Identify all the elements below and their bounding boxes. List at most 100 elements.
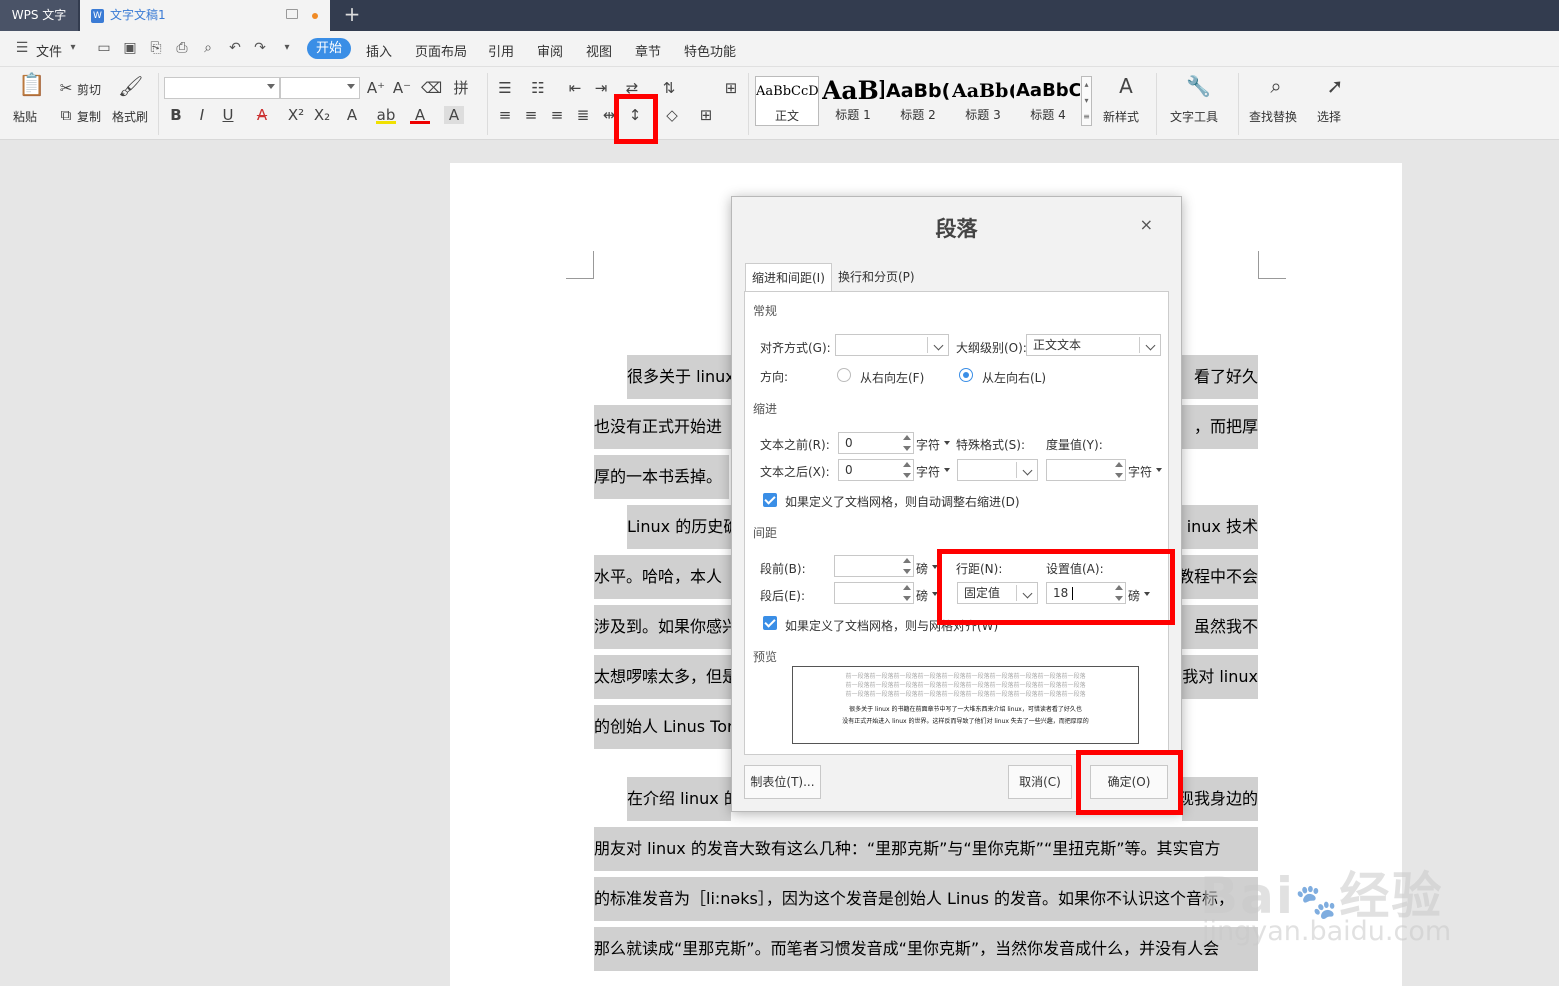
caret-down-icon[interactable]: [944, 468, 950, 472]
export-icon[interactable]: ⎘: [148, 40, 164, 56]
show-marks-icon[interactable]: ⊞: [721, 79, 741, 97]
new-tab-button[interactable]: +: [340, 0, 364, 31]
ltr-label[interactable]: 从左向右(L): [982, 369, 1046, 386]
doc-line-right[interactable]: 现我身边的: [1182, 777, 1258, 821]
rtl-radio[interactable]: [837, 368, 851, 382]
char-shading-icon[interactable]: A: [444, 106, 464, 124]
app-tab[interactable]: WPS 文字: [0, 0, 78, 31]
style-gallery-scroll[interactable]: ▴ ▾ ≡: [1081, 76, 1092, 126]
increase-indent-icon[interactable]: ⇥: [591, 79, 611, 97]
doc-line-left[interactable]: 也没有正式开始进: [594, 405, 731, 449]
undo-icon[interactable]: ↶: [227, 40, 243, 56]
snap-to-grid-checkbox[interactable]: [763, 616, 777, 630]
monitor-icon[interactable]: [286, 9, 298, 19]
indent-before-unit[interactable]: 字符: [916, 436, 940, 453]
shrink-font-icon[interactable]: A⁻: [392, 79, 412, 97]
rtl-label[interactable]: 从右向左(F): [860, 369, 924, 386]
customize-chevron-icon[interactable]: ▾: [279, 40, 295, 56]
spinner-icon[interactable]: [902, 461, 912, 479]
doc-line-right[interactable]: 教程中不会: [1182, 555, 1258, 599]
grow-font-icon[interactable]: A⁺: [366, 79, 386, 97]
doc-line-left[interactable]: 太想啰嗦太多，但是: [594, 655, 731, 699]
doc-line-left[interactable]: 很多关于 linux: [627, 355, 731, 399]
print-icon[interactable]: ⎙: [174, 40, 190, 56]
doc-line-left[interactable]: 涉及到。如果你感兴: [594, 605, 731, 649]
menu-insert[interactable]: 插入: [366, 41, 392, 60]
space-after-unit[interactable]: 磅: [916, 587, 928, 604]
new-style-icon[interactable]: A: [1114, 76, 1138, 103]
doc-line-right[interactable]: 看了好久: [1182, 355, 1258, 399]
space-before-input[interactable]: [834, 555, 914, 577]
doc-line-right[interactable]: 我对 linux: [1182, 655, 1258, 699]
alignment-select[interactable]: [835, 334, 949, 356]
open-folder-icon[interactable]: ▭: [96, 40, 112, 56]
style-heading-3[interactable]: AaBb( 标题 3: [952, 76, 1014, 126]
font-color-icon[interactable]: A: [410, 106, 430, 124]
style-normal[interactable]: AaBbCcDd 正文: [755, 76, 819, 126]
caret-down-icon[interactable]: [944, 441, 950, 445]
copy-icon[interactable]: ⧉: [56, 106, 76, 124]
bold-icon[interactable]: B: [166, 106, 186, 124]
font-size-select[interactable]: [280, 77, 360, 99]
indent-after-unit[interactable]: 字符: [916, 463, 940, 480]
select-button[interactable]: 选择: [1317, 108, 1341, 125]
subscript-icon[interactable]: X₂: [312, 106, 332, 124]
align-left-icon[interactable]: ≡: [495, 106, 515, 124]
superscript-icon[interactable]: X²: [286, 106, 306, 124]
spinner-icon[interactable]: [1114, 461, 1124, 479]
menu-page-layout[interactable]: 页面布局: [415, 41, 467, 60]
close-icon[interactable]: ×: [1140, 215, 1153, 234]
search-icon[interactable]: ⌕: [1264, 76, 1288, 103]
cursor-arrow-icon[interactable]: ➚: [1323, 76, 1347, 103]
measure-input[interactable]: [1046, 459, 1126, 481]
doc-line-left[interactable]: Linux 的历史确: [627, 505, 731, 549]
auto-right-indent-label[interactable]: 如果定义了文档网格，则自动调整右缩进(D): [785, 493, 1020, 510]
clear-format-icon[interactable]: ⌫: [421, 79, 442, 97]
borders-icon[interactable]: ⊞: [696, 106, 716, 124]
tab-line-page-breaks[interactable]: 换行和分页(P): [832, 263, 921, 291]
cut-button[interactable]: 剪切: [77, 81, 101, 98]
menu-features[interactable]: 特色功能: [684, 41, 736, 60]
caret-down-icon[interactable]: [1156, 468, 1162, 472]
doc-line-left[interactable]: 的创始人 Linus Tor: [594, 705, 731, 749]
copy-button[interactable]: 复制: [77, 108, 101, 125]
bullet-list-icon[interactable]: ☰: [495, 79, 515, 97]
format-painter-button[interactable]: 格式刷: [112, 108, 148, 125]
doc-line-full[interactable]: 朋友对 linux 的发音大致有这么几种：“里那克斯”与“里你克斯”“里扭克斯”…: [594, 827, 1258, 871]
menu-references[interactable]: 引用: [488, 41, 514, 60]
doc-line-left[interactable]: 在介绍 linux 的: [627, 777, 731, 821]
tabs-button[interactable]: 制表位(T)...: [744, 765, 821, 799]
doc-line-left[interactable]: 厚的一本书丢掉。: [594, 455, 729, 499]
format-painter-icon[interactable]: 🖌: [118, 76, 143, 103]
space-after-input[interactable]: [834, 582, 914, 604]
find-replace-button[interactable]: 查找替换: [1249, 108, 1297, 125]
doc-line-left[interactable]: 水平。哈哈，本人: [594, 555, 731, 599]
style-heading-4[interactable]: AaBbC 标题 4: [1016, 76, 1080, 126]
paste-button[interactable]: 粘贴: [13, 108, 37, 125]
measure-unit[interactable]: 字符: [1128, 463, 1152, 480]
tab-indent-spacing[interactable]: 缩进和间距(I): [745, 263, 832, 291]
italic-icon[interactable]: I: [192, 106, 212, 124]
text-tools-button[interactable]: 文字工具: [1170, 108, 1218, 125]
indent-before-input[interactable]: 0: [838, 432, 914, 454]
new-style-button[interactable]: 新样式: [1103, 108, 1139, 125]
menu-view[interactable]: 视图: [586, 41, 612, 60]
shading-icon[interactable]: ◇: [662, 106, 682, 124]
doc-line-full[interactable]: 那么就读成“里那克斯”。而笔者习惯发音成“里你克斯”，当然你发音成什么，并没有人…: [594, 927, 1258, 971]
space-before-unit[interactable]: 磅: [916, 560, 928, 577]
cancel-button[interactable]: 取消(C): [1008, 765, 1072, 799]
cut-icon[interactable]: ✂: [56, 79, 76, 97]
ltr-radio[interactable]: [959, 368, 973, 382]
phonetic-guide-icon[interactable]: 拼: [451, 79, 471, 97]
decrease-indent-icon[interactable]: ⇤: [565, 79, 585, 97]
doc-line-right[interactable]: 虽然我不: [1182, 605, 1258, 649]
doc-line-full[interactable]: 的标准发音为［li:nəks］，因为这个发音是创始人 Linus 的发音。如果你…: [594, 877, 1258, 921]
menu-file[interactable]: 文件: [36, 41, 62, 60]
underline-icon[interactable]: U: [218, 106, 238, 124]
redo-icon[interactable]: ↷: [252, 40, 268, 56]
chevron-down-icon[interactable]: ▾: [65, 40, 81, 56]
spinner-icon[interactable]: [902, 434, 912, 452]
style-heading-1[interactable]: AaBl 标题 1: [822, 76, 884, 126]
special-format-select[interactable]: [957, 459, 1038, 481]
numbered-list-icon[interactable]: ☷: [528, 79, 548, 97]
